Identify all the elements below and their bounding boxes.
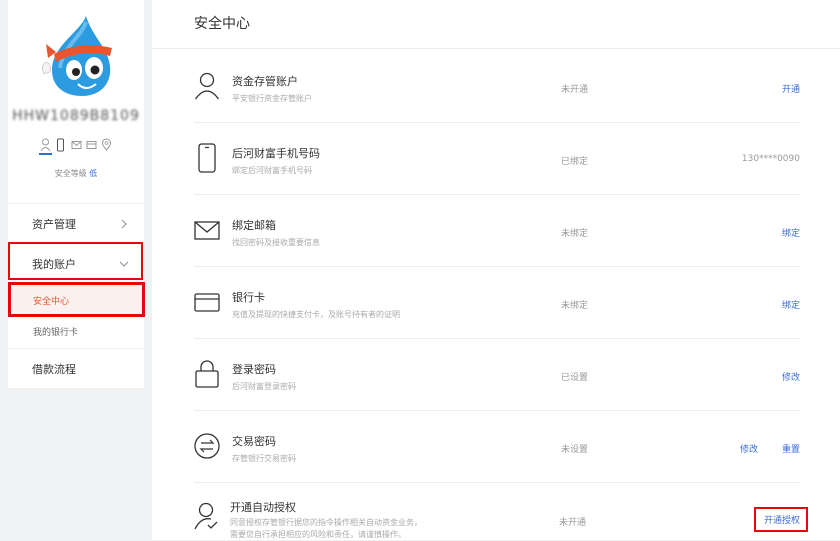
row-email: 绑定邮箱 找回密码及接收重要信息 未绑定 绑定 [194, 195, 800, 267]
row-title: 后河财富手机号码 [232, 147, 320, 160]
phone-icon [194, 143, 220, 173]
user-verify-icon[interactable] [39, 138, 52, 155]
nav-asset-management[interactable]: 资产管理 [8, 203, 144, 243]
highlight-box-open-authorization [754, 507, 808, 532]
row-desc: 找回密码及接收重要信息 [232, 238, 320, 247]
row-trade-password: 交易密码 存管银行交易密码 未设置 修改 重置 [194, 411, 800, 483]
sidebar: HHW1089B8109 安全等级 低 资产管理 我的账户 安全中心 我的银行卡… [8, 0, 145, 388]
row-title: 开通自动授权 [230, 501, 296, 514]
main-panel: 安全中心 资金存管账户 平安银行资金存管账户 未开通 开通 后河财富手机号码 绑… [152, 0, 840, 540]
page-title: 安全中心 [194, 16, 250, 32]
reset-trade-password-link[interactable]: 重置 [782, 442, 800, 455]
row-desc: 平安银行资金存管账户 [232, 94, 312, 103]
modify-trade-password-link[interactable]: 修改 [740, 442, 758, 455]
row-custody-account: 资金存管账户 平安银行资金存管账户 未开通 开通 [194, 51, 800, 123]
row-status: 未设置 [561, 445, 589, 455]
row-auto-authorization: 开通自动授权 同意授权存管银行据您的指令操作相关自动资金业务， 需要您自行承担相… [194, 483, 808, 541]
row-title: 绑定邮箱 [232, 219, 276, 232]
phone-number: 130****0090 [741, 154, 800, 164]
row-desc-line2: 需要您自行承担相应的风险和责任，请谨慎操作。 [230, 530, 406, 539]
security-level: 安全等级 低 [8, 168, 144, 179]
row-status: 未绑定 [561, 229, 589, 239]
row-desc: 绑定后河财富手机号码 [232, 166, 312, 175]
verification-icons [39, 138, 112, 155]
bind-email-link[interactable]: 绑定 [782, 226, 800, 239]
row-status: 已设置 [561, 373, 589, 383]
row-bank-card: 银行卡 充值及提现的快捷支付卡，及账号持有者的证明 未绑定 绑定 [194, 267, 800, 339]
row-title: 资金存管账户 [232, 75, 298, 88]
row-title: 交易密码 [232, 435, 276, 448]
nav-my-bank-card[interactable]: 我的银行卡 [8, 316, 144, 346]
nav-asset-management-label: 资产管理 [32, 217, 76, 231]
nav-loan-process-label: 借款流程 [32, 362, 76, 376]
email-verify-icon[interactable] [71, 138, 82, 152]
modify-login-password-link[interactable]: 修改 [782, 370, 800, 383]
user-icon [194, 71, 220, 101]
row-desc: 存管银行交易密码 [232, 454, 296, 463]
highlight-box-my-account [8, 242, 143, 280]
username: HHW1089B8109 [12, 108, 140, 124]
card-icon [194, 287, 220, 317]
row-desc-line1: 同意授权存管银行据您的指令操作相关自动资金业务， [230, 518, 422, 527]
nav-loan-process[interactable]: 借款流程 [8, 348, 144, 388]
page-header: 安全中心 [152, 0, 840, 49]
card-verify-icon[interactable] [86, 138, 97, 152]
exchange-icon [194, 431, 220, 461]
row-status: 未绑定 [561, 301, 589, 311]
envelope-icon [194, 215, 220, 245]
row-title: 登录密码 [232, 363, 276, 376]
row-login-password: 登录密码 后河财富登录密码 已设置 修改 [194, 339, 800, 411]
row-title: 银行卡 [232, 291, 265, 304]
phone-verify-icon[interactable] [55, 138, 66, 152]
open-account-link[interactable]: 开通 [782, 82, 800, 95]
location-verify-icon[interactable] [101, 138, 112, 152]
row-status: 已绑定 [561, 157, 589, 167]
bind-card-link[interactable]: 绑定 [782, 298, 800, 311]
highlight-box-security-center [8, 282, 145, 317]
lock-icon [194, 359, 220, 389]
security-level-value: 低 [89, 169, 98, 178]
chevron-right-icon [118, 218, 130, 230]
row-desc: 同意授权存管银行据您的指令操作相关自动资金业务， 需要您自行承担相应的风险和责任… [230, 517, 422, 541]
mascot-avatar [40, 14, 120, 98]
row-status: 未开通 [561, 85, 589, 95]
security-level-label: 安全等级 [54, 169, 87, 178]
row-phone: 后河财富手机号码 绑定后河财富手机号码 已绑定 130****0090 [194, 123, 800, 195]
nav-my-bank-card-label: 我的银行卡 [33, 327, 79, 338]
user-check-icon [194, 501, 220, 531]
row-desc: 充值及提现的快捷支付卡，及账号持有者的证明 [232, 310, 400, 319]
row-status: 未开通 [559, 518, 587, 528]
row-desc: 后河财富登录密码 [232, 382, 296, 391]
